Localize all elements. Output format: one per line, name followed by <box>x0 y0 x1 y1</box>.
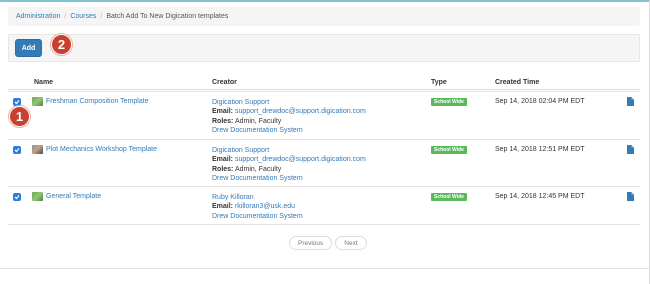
column-header-name: Name <box>34 79 54 86</box>
document-icon[interactable] <box>627 192 634 203</box>
breadcrumb-separator: / <box>100 13 103 20</box>
template-thumbnail-icon <box>32 145 43 154</box>
add-button[interactable]: Add <box>15 39 42 57</box>
created-time: Sep 14, 2018 12:51 PM EDT <box>495 146 585 153</box>
creator-info: Digication Support Email: support_drewdo… <box>212 98 366 136</box>
table-row: Freshman Composition Template Digication… <box>8 91 640 139</box>
created-time: Sep 14, 2018 02:04 PM EDT <box>495 98 585 105</box>
table-row: General Template Ruby Killoran Email: rk… <box>8 186 640 224</box>
creator-roles: Admin, Faculty <box>234 117 282 125</box>
column-header-creator: Creator <box>212 79 237 86</box>
document-icon[interactable] <box>627 97 634 108</box>
creator-system-link[interactable]: Drew Documentation System <box>212 174 366 183</box>
pagination: Previous Next <box>289 236 367 250</box>
document-icon[interactable] <box>627 145 634 156</box>
creator-name-link[interactable]: Ruby Killoran <box>212 193 303 202</box>
checkbox-checked-icon[interactable] <box>13 98 21 106</box>
creator-roles-line: Roles: Admin, Faculty <box>212 117 366 126</box>
creator-info: Ruby Killoran Email: rkilloran3@usk.edu … <box>212 193 303 221</box>
table-divider <box>8 224 640 225</box>
step-callout-2: 2 <box>51 34 72 55</box>
roles-label: Roles: <box>212 165 234 173</box>
step-callout-1: 1 <box>9 106 30 127</box>
next-page-button[interactable]: Next <box>335 236 367 250</box>
column-header-type: Type <box>431 79 447 86</box>
type-badge: School Wide <box>431 146 467 154</box>
creator-name-link[interactable]: Digication Support <box>212 98 366 107</box>
breadcrumb-separator: / <box>64 13 67 20</box>
creator-email-line: Email: rkilloran3@usk.edu <box>212 202 303 211</box>
template-name-link[interactable]: Plot Mechanics Workshop Template <box>46 146 157 153</box>
creator-roles-line: Roles: Admin, Faculty <box>212 165 366 174</box>
email-label: Email: <box>212 156 234 164</box>
creator-system-link[interactable]: Drew Documentation System <box>212 126 366 135</box>
creator-email-link[interactable]: support_drewdoc@support.digication.com <box>235 108 366 115</box>
breadcrumb-courses[interactable]: Courses <box>70 13 96 20</box>
creator-name-link[interactable]: Digication Support <box>212 146 366 155</box>
creator-email-link[interactable]: support_drewdoc@support.digication.com <box>235 156 366 163</box>
table-row: Plot Mechanics Workshop Template Digicat… <box>8 139 640 186</box>
template-thumbnail-icon <box>32 192 43 201</box>
creator-email-line: Email: support_drewdoc@support.digicatio… <box>212 107 366 116</box>
template-thumbnail-icon <box>32 97 43 106</box>
breadcrumb-current: Batch Add To New Digication templates <box>106 13 229 20</box>
column-header-created: Created Time <box>495 79 540 86</box>
type-badge: School Wide <box>431 193 467 201</box>
roles-label: Roles: <box>212 117 234 125</box>
table-header: Name Creator Type Created Time <box>8 76 640 90</box>
type-badge: School Wide <box>431 98 467 106</box>
creator-info: Digication Support Email: support_drewdo… <box>212 146 366 184</box>
footer-divider <box>0 268 650 269</box>
creator-system-link[interactable]: Drew Documentation System <box>212 212 303 221</box>
created-time: Sep 14, 2018 12:45 PM EDT <box>495 193 585 200</box>
toolbar: Add <box>8 34 640 62</box>
top-accent-line <box>0 0 650 2</box>
checkbox-checked-icon[interactable] <box>13 193 21 201</box>
breadcrumb: Administration / Courses / Batch Add To … <box>8 7 640 26</box>
creator-roles: Admin, Faculty <box>234 165 282 173</box>
creator-email-line: Email: support_drewdoc@support.digicatio… <box>212 155 366 164</box>
template-name-link[interactable]: General Template <box>46 193 101 200</box>
breadcrumb-administration[interactable]: Administration <box>16 13 60 20</box>
email-label: Email: <box>212 203 234 211</box>
checkbox-checked-icon[interactable] <box>13 146 21 154</box>
template-name-link[interactable]: Freshman Composition Template <box>46 98 149 105</box>
previous-page-button[interactable]: Previous <box>289 236 333 250</box>
email-label: Email: <box>212 108 234 116</box>
creator-email-link[interactable]: rkilloran3@usk.edu <box>235 203 295 210</box>
